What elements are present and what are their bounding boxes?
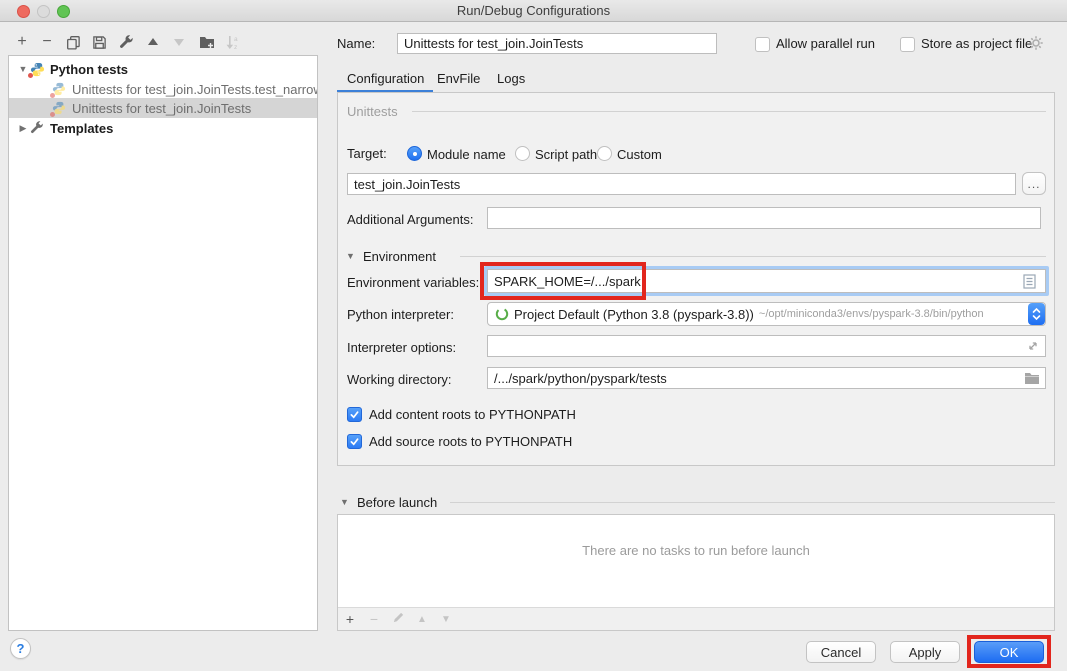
python-tests-icon	[29, 61, 45, 77]
apply-button[interactable]: Apply	[890, 641, 960, 663]
tree-item-label: Unittests for test_join.JoinTests.test_n…	[72, 82, 318, 97]
save-configuration-icon[interactable]	[89, 33, 109, 51]
group-divider	[412, 111, 1046, 112]
add-source-roots-label: Add source roots to PYTHONPATH	[369, 434, 572, 449]
section-divider	[460, 256, 1046, 257]
window-title: Run/Debug Configurations	[0, 3, 1067, 18]
tab-envfile[interactable]: EnvFile	[437, 71, 480, 86]
move-down-icon	[169, 33, 189, 51]
svg-text:z: z	[234, 44, 237, 50]
python-interpreter-value: Project Default (Python 3.8 (pyspark-3.8…	[514, 307, 754, 322]
before-launch-toolbar: + − ▲ ▼	[338, 607, 1054, 630]
ok-highlight-rectangle	[967, 635, 1051, 668]
sort-alphabetically-icon: a z	[223, 33, 243, 51]
store-as-project-file-label: Store as project file	[921, 36, 1032, 51]
tree-item-label: Python tests	[50, 62, 128, 77]
svg-text:a: a	[234, 36, 238, 43]
env-vars-highlight-rectangle	[480, 262, 646, 300]
add-task-icon[interactable]: +	[338, 611, 362, 627]
before-launch-title: Before launch	[357, 495, 437, 510]
working-directory-label: Working directory:	[347, 372, 452, 387]
target-custom-label: Custom	[617, 147, 662, 162]
title-bar: Run/Debug Configurations	[0, 0, 1067, 22]
target-script-path-radio[interactable]	[515, 146, 530, 161]
section-divider	[450, 502, 1055, 503]
name-value: Unittests for test_join.JoinTests	[404, 36, 583, 51]
before-launch-task-list: There are no tasks to run before launch …	[337, 514, 1055, 631]
tree-item-test-narrow[interactable]: Unittests for test_join.JoinTests.test_n…	[9, 79, 317, 99]
target-custom-radio[interactable]	[597, 146, 612, 161]
tree-item-label: Templates	[50, 121, 113, 136]
target-script-path-label: Script path	[535, 147, 597, 162]
remove-configuration-icon[interactable]: −	[37, 33, 57, 51]
allow-parallel-run-label: Allow parallel run	[776, 36, 875, 51]
store-options-gear-icon[interactable]	[1028, 35, 1044, 51]
python-test-icon	[51, 81, 67, 97]
templates-wrench-icon	[29, 120, 45, 136]
module-name-value: test_join.JoinTests	[354, 177, 460, 192]
dropdown-stepper-icon[interactable]	[1028, 303, 1045, 325]
target-module-name-label: Module name	[427, 147, 506, 162]
remove-task-icon: −	[362, 611, 386, 627]
module-name-input[interactable]: test_join.JoinTests	[347, 173, 1016, 195]
configurations-tree: ▼ Python tests Unittests for test_join.J…	[8, 55, 318, 631]
folder-browse-icon[interactable]	[1024, 372, 1040, 385]
python-test-icon	[51, 100, 67, 116]
add-source-roots-checkbox[interactable]	[347, 434, 362, 449]
env-vars-editor-icon[interactable]	[1023, 274, 1036, 289]
working-directory-value: /.../spark/python/pyspark/tests	[494, 371, 667, 386]
unittests-group-title: Unittests	[347, 104, 398, 119]
tab-configuration[interactable]: Configuration	[347, 71, 424, 86]
python-interpreter-label: Python interpreter:	[347, 307, 454, 322]
collapse-arrow-icon[interactable]: ▼	[17, 64, 29, 74]
additional-arguments-input[interactable]	[487, 207, 1041, 229]
browse-module-button[interactable]: ...	[1022, 172, 1046, 195]
cancel-button[interactable]: Cancel	[806, 641, 876, 663]
move-up-icon[interactable]	[143, 33, 163, 51]
run-debug-configurations-dialog: Run/Debug Configurations + − a z	[0, 0, 1067, 671]
edit-task-icon	[386, 611, 410, 627]
expand-arrow-icon[interactable]: ▶	[17, 123, 29, 134]
before-launch-collapse-icon[interactable]: ▼	[340, 497, 349, 507]
target-module-name-radio[interactable]	[407, 146, 422, 161]
help-button[interactable]: ?	[10, 638, 31, 659]
python-interpreter-dropdown[interactable]: Project Default (Python 3.8 (pyspark-3.8…	[487, 302, 1046, 326]
edit-templates-icon[interactable]	[116, 33, 136, 51]
expand-field-icon[interactable]	[1026, 339, 1040, 353]
name-input[interactable]: Unittests for test_join.JoinTests	[397, 33, 717, 54]
additional-arguments-label: Additional Arguments:	[347, 212, 473, 227]
name-label: Name:	[337, 36, 375, 51]
environment-collapse-icon[interactable]: ▼	[346, 251, 355, 261]
copy-configuration-icon[interactable]	[63, 33, 83, 51]
interpreter-options-label: Interpreter options:	[347, 340, 456, 355]
tree-item-label: Unittests for test_join.JoinTests	[72, 101, 251, 116]
add-content-roots-label: Add content roots to PYTHONPATH	[369, 407, 576, 422]
add-configuration-icon[interactable]: +	[12, 33, 32, 51]
allow-parallel-run-checkbox[interactable]	[755, 37, 770, 52]
tree-item-jointests-selected[interactable]: Unittests for test_join.JoinTests	[9, 98, 317, 118]
working-directory-input[interactable]: /.../spark/python/pyspark/tests	[487, 367, 1046, 389]
tree-item-templates[interactable]: ▶ Templates	[9, 118, 317, 138]
tab-logs[interactable]: Logs	[497, 71, 525, 86]
environment-section-title: Environment	[363, 249, 436, 264]
environment-variables-label: Environment variables:	[347, 275, 479, 290]
interpreter-options-input[interactable]	[487, 335, 1046, 357]
task-move-up-icon: ▲	[410, 614, 434, 625]
python-interpreter-path: ~/opt/miniconda3/envs/pyspark-3.8/bin/py…	[759, 308, 984, 320]
before-launch-empty-text: There are no tasks to run before launch	[338, 543, 1054, 558]
add-content-roots-checkbox[interactable]	[347, 407, 362, 422]
store-as-project-file-checkbox[interactable]	[900, 37, 915, 52]
task-move-down-icon: ▼	[434, 614, 458, 625]
new-folder-icon[interactable]	[197, 33, 217, 51]
conda-environment-icon	[494, 306, 510, 322]
tree-item-python-tests[interactable]: ▼ Python tests	[9, 59, 317, 79]
target-label: Target:	[347, 146, 387, 161]
